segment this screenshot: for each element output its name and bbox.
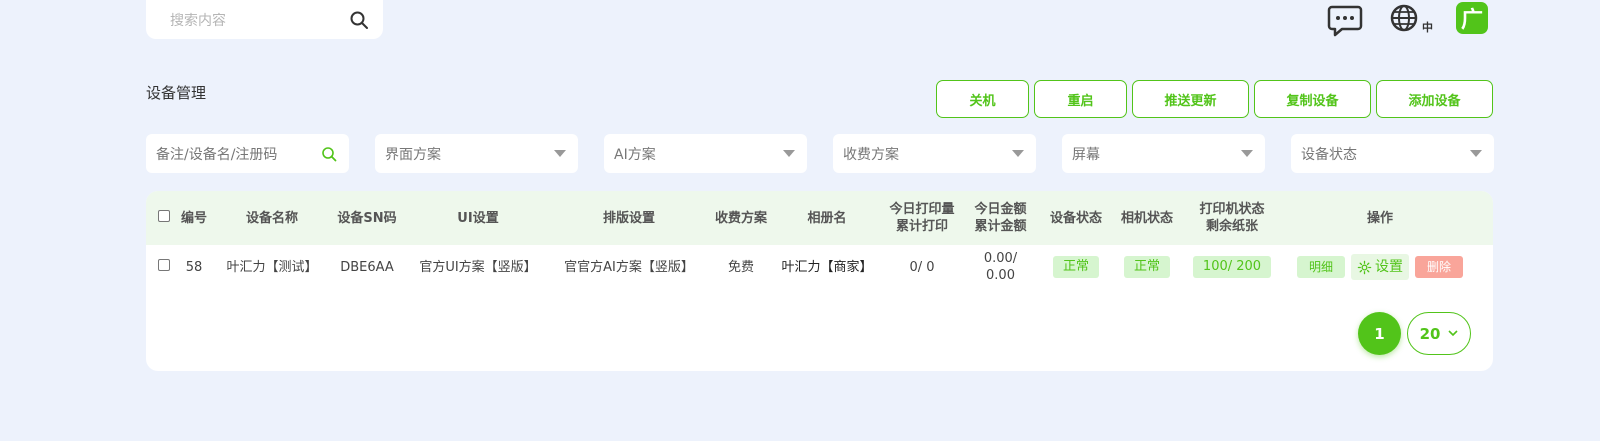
printer-status-badge: 100/ 200 — [1192, 256, 1272, 278]
col-fee: 收费方案 — [714, 210, 767, 226]
col-amount-total: 累计金额 — [974, 219, 1027, 234]
settings-button[interactable]: 设置 — [1351, 254, 1409, 280]
col-sn: 设备SN码 — [337, 210, 397, 226]
toolbar: 关机 重启 推送更新 复制设备 添加设备 — [936, 80, 1493, 118]
col-paper-left: 剩余纸张 — [1205, 219, 1258, 234]
page-number-current[interactable]: 1 — [1358, 312, 1401, 355]
row-checkbox[interactable] — [158, 258, 170, 271]
search-input[interactable]: 搜索内容 — [170, 10, 349, 30]
col-amount: 今日金额 累计金额 — [968, 201, 1033, 235]
chevron-down-icon — [554, 150, 566, 157]
keyword-filter-placeholder: 备注/设备名/注册码 — [156, 146, 278, 163]
globe-icon[interactable] — [1388, 2, 1424, 38]
device-table-panel: 编号 设备名称 设备SN码 UI设置 排版设置 收费方案 相册名 今日打印量 累… — [146, 191, 1493, 371]
ui-scheme-select[interactable]: 界面方案 — [375, 134, 578, 173]
col-layout: 排版设置 — [602, 210, 655, 226]
table-row: 58 叶汇力【测试】 DBE6AA 官方UI方案【竖版】 官官方AI方案【竖版】… — [146, 245, 1493, 289]
language-label[interactable]: 中 — [1422, 19, 1433, 35]
chevron-down-icon — [1012, 150, 1024, 157]
brand-logo[interactable]: 广 — [1456, 2, 1488, 34]
cell-id: 58 — [185, 259, 203, 275]
row-actions: 明细 设置 删除 — [1289, 254, 1471, 280]
table-header: 编号 设备名称 设备SN码 UI设置 排版设置 收费方案 相册名 今日打印量 累… — [146, 191, 1493, 245]
message-icon[interactable] — [1327, 2, 1363, 38]
col-ops: 操作 — [1366, 210, 1393, 226]
cell-prints: 0/ 0 — [909, 259, 935, 275]
cell-layout: 官官方AI方案【竖版】 — [564, 259, 694, 275]
ui-scheme-label: 界面方案 — [385, 146, 441, 163]
chevron-down-icon — [783, 150, 795, 157]
device-status-label: 设备状态 — [1301, 146, 1357, 163]
push-update-button[interactable]: 推送更新 — [1132, 80, 1249, 118]
page-title: 设备管理 — [146, 84, 207, 102]
cell-sn: DBE6AA — [340, 259, 394, 275]
camera-status-badge: 正常 — [1123, 256, 1170, 278]
fee-scheme-select[interactable]: 收费方案 — [833, 134, 1036, 173]
detail-button[interactable]: 明细 — [1296, 256, 1345, 278]
chevron-down-icon — [1448, 330, 1459, 337]
col-printer: 打印机状态 剩余纸张 — [1175, 201, 1289, 235]
col-prints: 今日打印量 累计打印 — [876, 201, 968, 235]
col-ui: UI设置 — [457, 210, 499, 226]
keyword-filter-input[interactable]: 备注/设备名/注册码 — [146, 134, 349, 173]
global-search[interactable]: 搜索内容 — [146, 0, 383, 39]
col-amount-today: 今日金额 — [974, 202, 1027, 217]
col-printer-status: 打印机状态 — [1199, 202, 1265, 217]
delete-button[interactable]: 删除 — [1415, 256, 1464, 278]
col-camera-status: 相机状态 — [1120, 210, 1173, 226]
shutdown-button[interactable]: 关机 — [936, 80, 1029, 118]
settings-label: 设置 — [1375, 258, 1403, 275]
col-device-status: 设备状态 — [1049, 210, 1102, 226]
search-icon[interactable] — [349, 10, 369, 30]
col-name: 设备名称 — [245, 210, 298, 226]
cell-name: 叶汇力【测试】 — [226, 259, 318, 275]
select-all-checkbox[interactable] — [158, 209, 170, 222]
filter-bar: 备注/设备名/注册码 界面方案 AI方案 收费方案 屏幕 设备状态 — [146, 134, 1494, 173]
screen-label: 屏幕 — [1072, 146, 1100, 163]
pagination: 1 20 — [1358, 312, 1471, 355]
gear-icon — [1357, 260, 1372, 274]
add-device-button[interactable]: 添加设备 — [1376, 80, 1493, 118]
col-print-total: 累计打印 — [895, 219, 948, 234]
screen-select[interactable]: 屏幕 — [1062, 134, 1265, 173]
copy-device-button[interactable]: 复制设备 — [1254, 80, 1371, 118]
restart-button[interactable]: 重启 — [1034, 80, 1127, 118]
cell-album: 叶汇力【商家】 — [781, 259, 873, 275]
ai-scheme-label: AI方案 — [614, 146, 656, 163]
device-status-select[interactable]: 设备状态 — [1291, 134, 1494, 173]
col-id: 编号 — [180, 210, 207, 226]
col-print-today: 今日打印量 — [889, 202, 955, 217]
device-status-badge: 正常 — [1052, 256, 1099, 278]
fee-scheme-label: 收费方案 — [843, 146, 899, 163]
page-size-value: 20 — [1419, 324, 1441, 343]
cell-fee: 免费 — [727, 259, 754, 275]
chevron-down-icon — [1470, 150, 1482, 157]
chevron-down-icon — [1241, 150, 1253, 157]
col-album: 相册名 — [807, 210, 847, 226]
ai-scheme-select[interactable]: AI方案 — [604, 134, 807, 173]
cell-ui: 官方UI方案【竖版】 — [419, 259, 537, 275]
page-size-select[interactable]: 20 — [1407, 312, 1471, 355]
cell-amount: 0.00/ 0.00 — [983, 251, 1018, 283]
search-icon[interactable] — [321, 146, 337, 162]
